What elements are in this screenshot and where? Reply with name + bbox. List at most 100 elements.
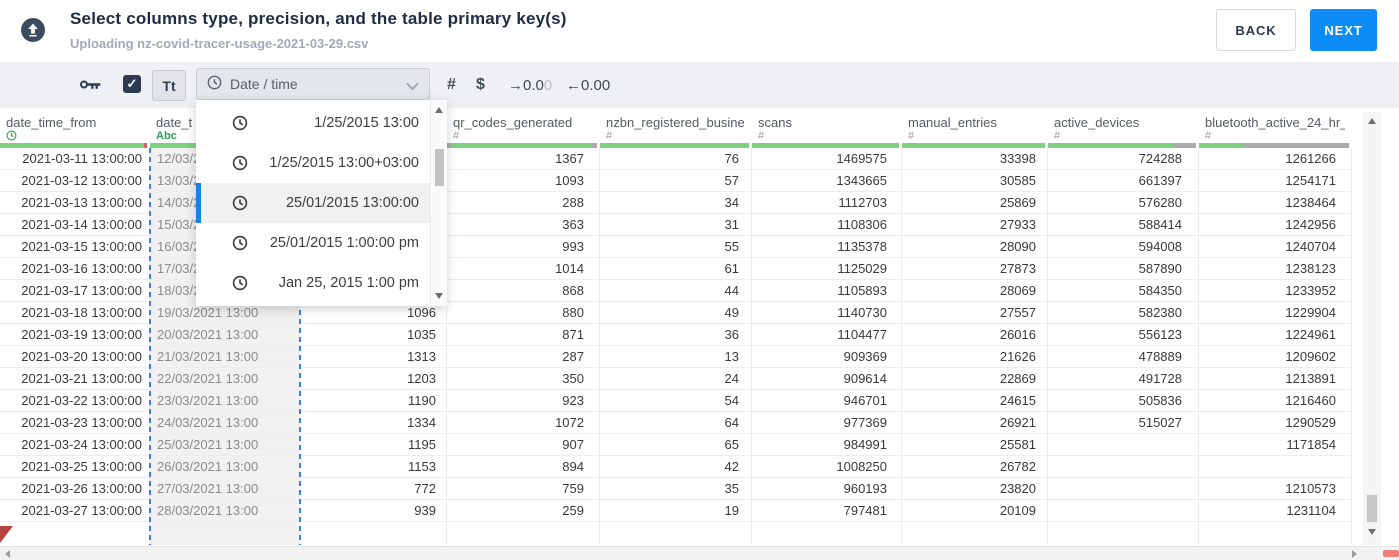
table-cell[interactable]: 724288 (1048, 148, 1198, 170)
table-cell[interactable]: 31 (600, 214, 751, 236)
currency-type-button[interactable]: $ (476, 62, 485, 108)
table-cell[interactable]: 491728 (1048, 368, 1198, 390)
table-cell[interactable]: 2021-03-19 13:00:00 (0, 324, 149, 346)
text-type-button[interactable]: Tt (152, 70, 186, 101)
column-header[interactable]: scans # (752, 108, 902, 143)
table-cell[interactable]: 960193 (752, 478, 901, 500)
table-cell[interactable]: 24615 (902, 390, 1047, 412)
datetime-format-option[interactable]: 1/25/2015 13:00+03:00 (196, 143, 430, 183)
table-cell[interactable]: 2021-03-20 13:00:00 (0, 346, 149, 368)
table-cell[interactable]: 1035 (300, 324, 446, 346)
datetime-format-option[interactable]: Jan 25, 2015 1:00 pm (196, 263, 430, 303)
column-header[interactable]: manual_entries # (902, 108, 1048, 143)
table-cell[interactable]: 2021-03-15 13:00:00 (0, 236, 149, 258)
table-cell[interactable]: 2021-03-13 13:00:00 (0, 192, 149, 214)
table-cell[interactable]: 1313 (300, 346, 446, 368)
scroll-up-icon[interactable] (435, 107, 443, 113)
table-cell[interactable]: 478889 (1048, 346, 1198, 368)
table-cell[interactable]: 288 (447, 192, 599, 214)
table-cell[interactable]: 24/03/2021 13:00 (150, 412, 299, 434)
table-cell[interactable]: 1153 (300, 456, 446, 478)
table-cell[interactable]: 1334 (300, 412, 446, 434)
table-cell[interactable]: 26782 (902, 456, 1047, 478)
horizontal-scrollbar[interactable] (0, 546, 1399, 560)
scroll-up-icon[interactable] (1368, 118, 1376, 124)
next-button[interactable]: NEXT (1310, 9, 1377, 51)
datetime-format-option[interactable]: 25/01/2015 1:00:00 pm (196, 223, 430, 263)
table-cell[interactable]: 1231104 (1199, 500, 1351, 522)
table-cell[interactable]: 2021-03-11 13:00:00 (0, 148, 149, 170)
column-header[interactable]: bluetooth_active_24_hr_ # (1199, 108, 1352, 143)
vertical-scrollbar-thumb[interactable] (1367, 495, 1377, 522)
increase-decimal-button[interactable]: →0.0 0 (508, 62, 552, 108)
table-cell[interactable]: 49 (600, 302, 751, 324)
table-cell[interactable]: 64 (600, 412, 751, 434)
table-cell[interactable]: 576280 (1048, 192, 1198, 214)
back-button[interactable]: BACK (1216, 9, 1296, 51)
table-cell[interactable]: 2021-03-21 13:00:00 (0, 368, 149, 390)
table-cell[interactable]: 35 (600, 478, 751, 500)
table-cell[interactable]: 1203 (300, 368, 446, 390)
table-cell[interactable]: 584350 (1048, 280, 1198, 302)
horizontal-scrollbar-thumb[interactable] (1383, 550, 1399, 557)
table-cell[interactable]: 772 (300, 478, 446, 500)
table-cell[interactable]: 28090 (902, 236, 1047, 258)
table-cell[interactable]: 42 (600, 456, 751, 478)
table-cell[interactable]: 30585 (902, 170, 1047, 192)
table-cell[interactable]: 587890 (1048, 258, 1198, 280)
table-cell[interactable] (1048, 456, 1198, 478)
table-cell[interactable]: 661397 (1048, 170, 1198, 192)
table-cell[interactable]: 993 (447, 236, 599, 258)
table-cell[interactable]: 909369 (752, 346, 901, 368)
table-cell[interactable]: 939 (300, 500, 446, 522)
table-cell[interactable]: 1072 (447, 412, 599, 434)
decrease-decimal-button[interactable]: ←0.00 (566, 62, 610, 108)
table-cell[interactable]: 1224961 (1199, 324, 1351, 346)
table-cell[interactable]: 26016 (902, 324, 1047, 346)
table-cell[interactable]: 2021-03-24 13:00:00 (0, 434, 149, 456)
table-cell[interactable]: 1171854 (1199, 434, 1351, 456)
table-cell[interactable]: 2021-03-22 13:00:00 (0, 390, 149, 412)
table-cell[interactable]: 36 (600, 324, 751, 346)
table-cell[interactable]: 2021-03-14 13:00:00 (0, 214, 149, 236)
table-cell[interactable]: 25/03/2021 13:00 (150, 434, 299, 456)
column-header[interactable]: nzbn_registered_busine # (600, 108, 752, 143)
table-cell[interactable]: 1238464 (1199, 192, 1351, 214)
table-cell[interactable]: 1112703 (752, 192, 901, 214)
table-cell[interactable]: 1229904 (1199, 302, 1351, 324)
table-cell[interactable]: 24 (600, 368, 751, 390)
table-cell[interactable]: 1014 (447, 258, 599, 280)
table-cell[interactable]: 20109 (902, 500, 1047, 522)
datetime-format-option[interactable]: 25/01/2015 13:00:00 (196, 183, 430, 223)
table-cell[interactable]: 350 (447, 368, 599, 390)
table-cell[interactable]: 2021-03-16 13:00:00 (0, 258, 149, 280)
table-cell[interactable] (1199, 456, 1351, 478)
table-cell[interactable]: 871 (447, 324, 599, 346)
column-header[interactable]: date_time_from (0, 108, 150, 143)
table-cell[interactable]: 21626 (902, 346, 1047, 368)
table-cell[interactable]: 27873 (902, 258, 1047, 280)
table-cell[interactable]: 65 (600, 434, 751, 456)
table-cell[interactable]: 2021-03-27 13:00:00 (0, 500, 149, 522)
table-cell[interactable]: 1209602 (1199, 346, 1351, 368)
table-cell[interactable]: 1210573 (1199, 478, 1351, 500)
table-cell[interactable]: 1238123 (1199, 258, 1351, 280)
table-cell[interactable]: 259 (447, 500, 599, 522)
vertical-scrollbar[interactable] (1363, 112, 1381, 545)
table-cell[interactable]: 28069 (902, 280, 1047, 302)
table-cell[interactable]: 23820 (902, 478, 1047, 500)
column-header[interactable]: qr_codes_generated # (447, 108, 600, 143)
table-cell[interactable]: 27557 (902, 302, 1047, 324)
scroll-down-icon[interactable] (1368, 529, 1376, 535)
table-cell[interactable]: 34 (600, 192, 751, 214)
table-cell[interactable]: 2021-03-23 13:00:00 (0, 412, 149, 434)
table-cell[interactable]: 26/03/2021 13:00 (150, 456, 299, 478)
table-cell[interactable]: 907 (447, 434, 599, 456)
primary-key-icon[interactable] (80, 78, 101, 96)
table-cell[interactable]: 923 (447, 390, 599, 412)
column-header[interactable]: active_devices # (1048, 108, 1199, 143)
table-cell[interactable]: 1108306 (752, 214, 901, 236)
datetime-format-option[interactable]: 1/25/2015 13:00 (196, 103, 430, 143)
table-cell[interactable]: 20/03/2021 13:00 (150, 324, 299, 346)
table-cell[interactable]: 1104477 (752, 324, 901, 346)
